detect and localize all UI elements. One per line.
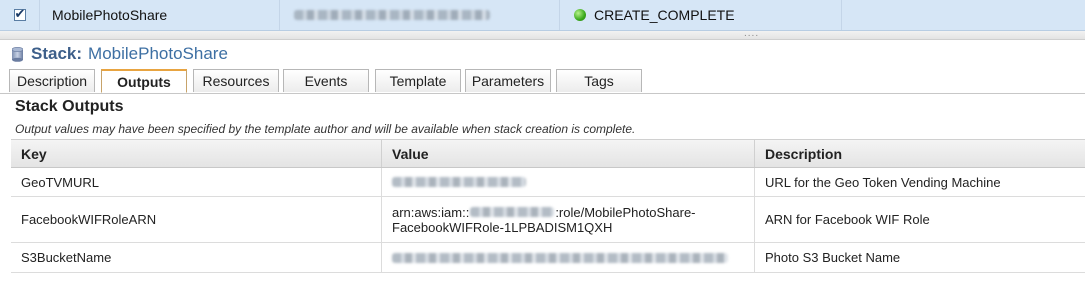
- output-description: URL for the Geo Token Vending Machine: [754, 168, 1085, 196]
- tab-template[interactable]: Template: [375, 69, 461, 92]
- stack-title-name: MobilePhotoShare: [88, 44, 228, 63]
- tab-events[interactable]: Events: [283, 69, 369, 92]
- stack-label: Stack:: [31, 44, 83, 63]
- output-value-prefix: arn:aws:iam::: [392, 204, 470, 220]
- stack-description-cell-redacted: [280, 0, 560, 30]
- redacted-text: [470, 207, 555, 217]
- table-row: S3BucketName Photo S3 Bucket Name: [11, 243, 1085, 273]
- stack-database-icon: [12, 46, 23, 62]
- outputs-table-header: Key Value Description: [11, 139, 1085, 168]
- tab-outputs[interactable]: Outputs: [101, 69, 187, 93]
- stack-list-selected-row[interactable]: MobilePhotoShare CREATE_COMPLETE: [0, 0, 1085, 31]
- redacted-text: [392, 252, 728, 263]
- output-description: Photo S3 Bucket Name: [754, 243, 1085, 272]
- stack-status-cell: CREATE_COMPLETE: [560, 0, 842, 30]
- status-ok-icon: [574, 9, 586, 21]
- column-header-description[interactable]: Description: [754, 140, 1085, 167]
- tab-description[interactable]: Description: [9, 69, 95, 92]
- output-value-line2: FacebookWIFRole-1LPBADISM1QXH: [392, 219, 613, 235]
- row-checkbox-cell[interactable]: [0, 0, 40, 30]
- tab-tags[interactable]: Tags: [556, 69, 642, 92]
- table-row: GeoTVMURL URL for the Geo Token Vending …: [11, 168, 1085, 197]
- output-key: FacebookWIFRoleARN: [21, 212, 157, 227]
- splitter-grip-icon[interactable]: ....: [744, 28, 759, 39]
- stack-name-cell: MobilePhotoShare: [40, 0, 280, 30]
- row-checkbox[interactable]: [13, 6, 26, 22]
- output-value-suffix: :role/MobilePhotoShare-: [555, 204, 696, 220]
- table-row: FacebookWIFRoleARN arn:aws:iam:: :role/M…: [11, 197, 1085, 243]
- output-key: S3BucketName: [21, 250, 112, 265]
- tab-resources[interactable]: Resources: [193, 69, 279, 92]
- stack-status-text: CREATE_COMPLETE: [594, 7, 735, 23]
- tab-baseline: [0, 93, 1085, 94]
- redacted-text: [392, 177, 526, 187]
- output-value: arn:aws:iam:: :role/MobilePhotoShare- Fa…: [381, 197, 754, 242]
- pane-splitter[interactable]: ....: [0, 28, 1085, 40]
- output-description: ARN for Facebook WIF Role: [754, 197, 1085, 242]
- outputs-table: Key Value Description GeoTVMURL URL for …: [11, 139, 1085, 273]
- outputs-title: Stack Outputs: [15, 98, 124, 115]
- output-value-redacted: [381, 168, 754, 196]
- outputs-note: Output values may have been specified by…: [15, 122, 636, 136]
- tab-parameters[interactable]: Parameters: [465, 69, 551, 92]
- column-header-key[interactable]: Key: [11, 140, 381, 167]
- output-key: GeoTVMURL: [21, 174, 100, 190]
- stack-detail-title: Stack: MobilePhotoShare: [12, 44, 228, 64]
- redacted-text: [294, 10, 490, 20]
- output-value-redacted: [381, 243, 754, 272]
- column-header-value[interactable]: Value: [381, 140, 754, 167]
